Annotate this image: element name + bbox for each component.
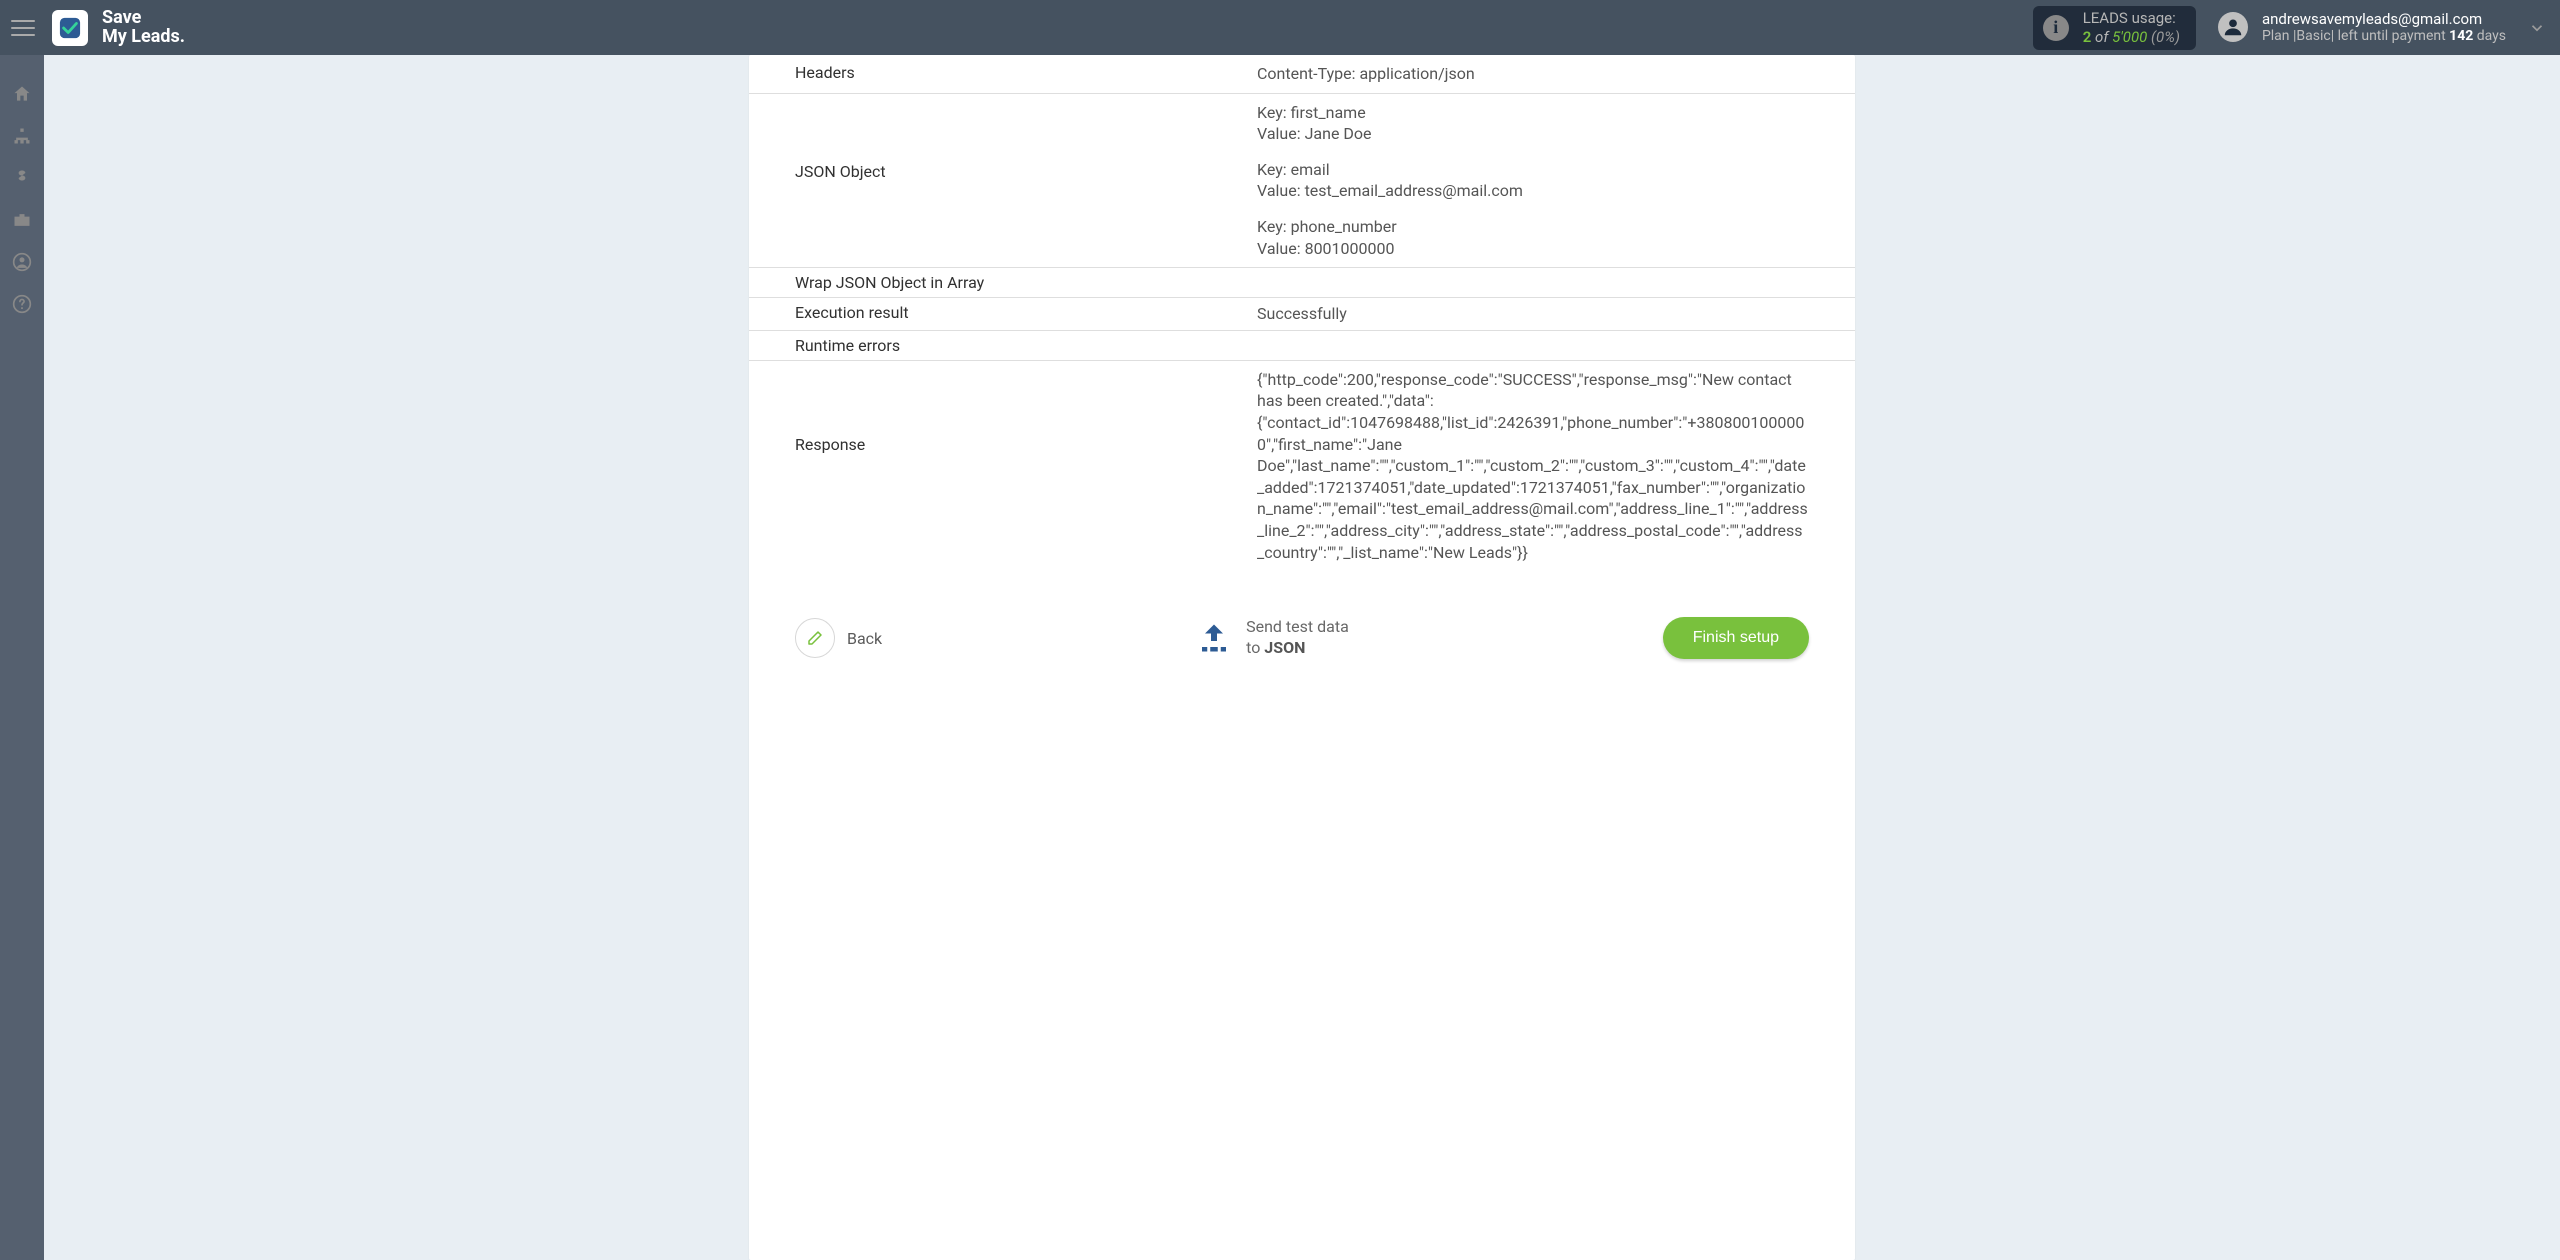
info-icon[interactable]: i xyxy=(2043,15,2069,41)
menu-hamburger-icon[interactable] xyxy=(8,13,38,43)
json-value: Value: test_email_address@mail.com xyxy=(1257,180,1809,202)
finish-setup-button[interactable]: Finish setup xyxy=(1663,617,1809,659)
chevron-down-icon xyxy=(2528,19,2546,37)
sidebar-item-briefcase[interactable] xyxy=(0,199,44,241)
brand-line1: Save xyxy=(102,9,185,28)
back-button[interactable]: Back xyxy=(795,618,882,658)
json-value: Value: 8001000000 xyxy=(1257,238,1809,260)
topbar-left: Save My Leads. xyxy=(0,9,185,47)
plan-days: 142 xyxy=(2449,28,2473,44)
sidebar-item-connections[interactable] xyxy=(0,115,44,157)
usage-percent: (0%) xyxy=(2151,28,2180,46)
leads-usage-panel: i LEADS usage: 2 of 5'000 (0%) xyxy=(2033,6,2196,50)
row-json-object: JSON Object Key: first_name Value: Jane … xyxy=(749,93,1855,268)
card-footer: Back Send test data to JSON Finish setup xyxy=(749,571,1855,659)
row-response: Response {"http_code":200,"response_code… xyxy=(749,360,1855,571)
value-json-object: Key: first_name Value: Jane Doe Key: ema… xyxy=(1257,94,1855,268)
sidebar xyxy=(0,55,44,1260)
brand-logo[interactable] xyxy=(52,10,88,46)
sidebar-item-home[interactable] xyxy=(0,73,44,115)
pencil-icon xyxy=(806,629,824,647)
label-wrap-array: Wrap JSON Object in Array xyxy=(749,268,1257,297)
dollar-icon xyxy=(12,168,32,188)
value-runtime-errors xyxy=(1257,331,1855,341)
avatar-icon xyxy=(2218,12,2248,42)
row-headers: Headers Content-Type: application/json xyxy=(749,55,1855,93)
send-test-line2: to JSON xyxy=(1246,638,1349,659)
row-runtime-errors: Runtime errors xyxy=(749,330,1855,360)
label-json-object: JSON Object xyxy=(749,94,1257,189)
check-icon xyxy=(59,17,81,39)
usage-count: 2 xyxy=(2083,28,2092,46)
back-label: Back xyxy=(847,629,882,648)
send-test-text: Send test data to JSON xyxy=(1246,617,1349,659)
sidebar-item-account[interactable] xyxy=(0,241,44,283)
row-wrap-array: Wrap JSON Object in Array xyxy=(749,267,1855,297)
brand-name: Save My Leads. xyxy=(102,9,185,47)
briefcase-icon xyxy=(12,210,32,230)
row-execution-result: Execution result Successfully xyxy=(749,297,1855,330)
usage-text: LEADS usage: 2 of 5'000 (0%) xyxy=(2083,9,2180,47)
usage-limit: 5'000 xyxy=(2112,28,2147,46)
json-pair: Key: first_name Value: Jane Doe xyxy=(1257,102,1809,145)
account-plan: Plan |Basic| left until payment 142 days xyxy=(2262,28,2506,45)
user-circle-icon xyxy=(12,252,32,272)
usage-label: LEADS usage: xyxy=(2083,9,2180,28)
upload-icon xyxy=(1196,620,1232,656)
sidebar-item-help[interactable] xyxy=(0,283,44,325)
result-card: Headers Content-Type: application/json J… xyxy=(749,55,1855,1260)
sitemap-icon xyxy=(12,126,32,146)
json-pair: Key: phone_number Value: 8001000000 xyxy=(1257,216,1809,259)
topbar-right: i LEADS usage: 2 of 5'000 (0%) andrewsav… xyxy=(2033,6,2546,50)
send-test-data-button[interactable]: Send test data to JSON xyxy=(1196,617,1349,659)
brand-line2: My Leads. xyxy=(102,28,185,47)
plan-name: Basic xyxy=(2296,28,2330,44)
home-icon xyxy=(12,84,32,104)
label-execution-result: Execution result xyxy=(749,298,1257,327)
json-pair: Key: email Value: test_email_address@mai… xyxy=(1257,159,1809,202)
sidebar-item-billing[interactable] xyxy=(0,157,44,199)
plan-suffix-post: days xyxy=(2473,28,2506,44)
label-headers: Headers xyxy=(749,55,1257,90)
usage-numbers: 2 of 5'000 (0%) xyxy=(2083,28,2180,47)
account-panel[interactable]: andrewsavemyleads@gmail.com Plan |Basic|… xyxy=(2218,10,2506,45)
account-dropdown-toggle[interactable] xyxy=(2528,19,2546,37)
label-runtime-errors: Runtime errors xyxy=(749,331,1257,360)
account-email: andrewsavemyleads@gmail.com xyxy=(2262,10,2506,28)
json-value: Value: Jane Doe xyxy=(1257,123,1809,145)
send-test-target: JSON xyxy=(1264,638,1305,657)
usage-of: of xyxy=(2095,28,2112,46)
value-response: {"http_code":200,"response_code":"SUCCES… xyxy=(1257,361,1855,571)
json-key: Key: phone_number xyxy=(1257,216,1809,238)
label-response: Response xyxy=(749,361,1257,462)
page-wrapper: Headers Content-Type: application/json J… xyxy=(44,55,2560,1260)
value-headers: Content-Type: application/json xyxy=(1257,55,1855,93)
back-circle xyxy=(795,618,835,658)
json-key: Key: first_name xyxy=(1257,102,1809,124)
json-key: Key: email xyxy=(1257,159,1809,181)
top-bar: Save My Leads. i LEADS usage: 2 of 5'000… xyxy=(0,0,2560,55)
plan-prefix: Plan | xyxy=(2262,28,2296,44)
help-icon xyxy=(12,294,32,314)
account-text: andrewsavemyleads@gmail.com Plan |Basic|… xyxy=(2262,10,2506,45)
plan-suffix-pre: | left until payment xyxy=(2331,28,2449,44)
send-test-line1: Send test data xyxy=(1246,617,1349,638)
value-execution-result: Successfully xyxy=(1257,298,1855,330)
value-wrap-array xyxy=(1257,268,1855,278)
